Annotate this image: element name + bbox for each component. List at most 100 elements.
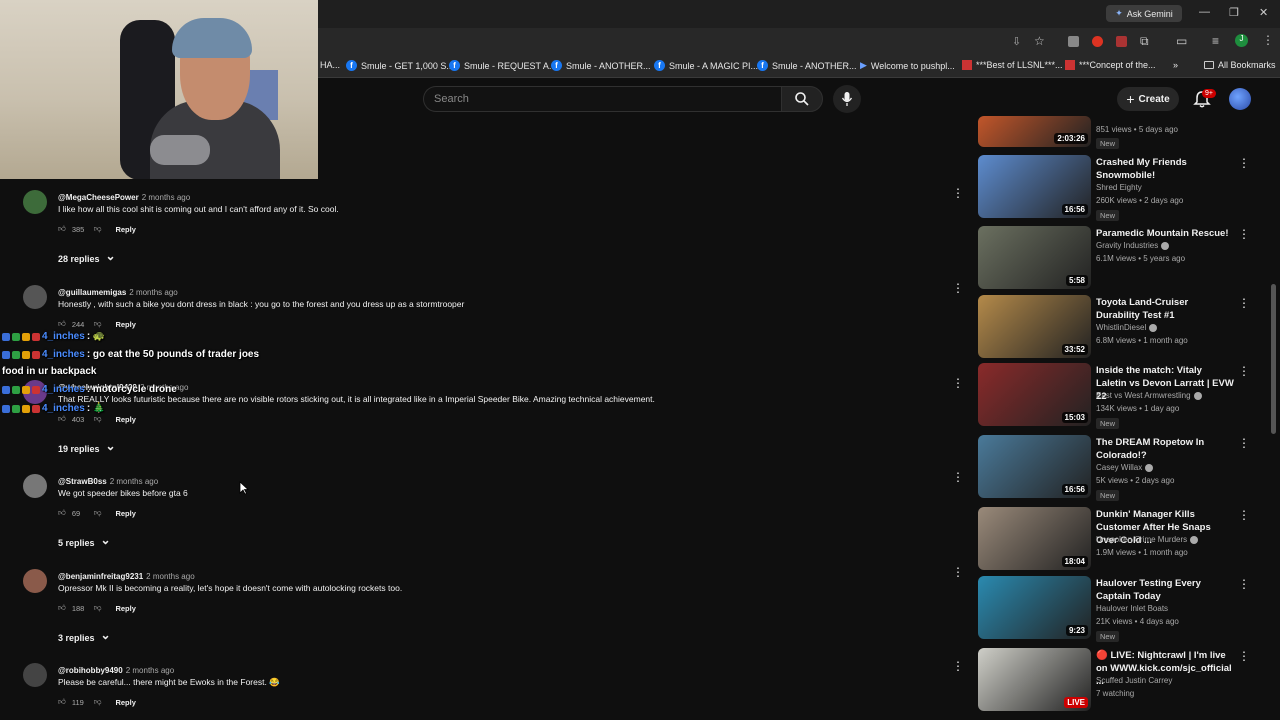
minimize-button[interactable]: — xyxy=(1199,6,1210,18)
video-title[interactable]: Haulover Testing Every Captain Today xyxy=(1096,577,1234,603)
comment-time[interactable]: 2 months ago xyxy=(110,477,158,486)
reply-button[interactable]: Reply xyxy=(115,604,135,613)
comment-menu-icon[interactable]: ⋮ xyxy=(952,186,964,200)
reply-button[interactable]: Reply xyxy=(115,698,135,707)
video-channel[interactable]: Haulover Inlet Boats xyxy=(1096,604,1168,613)
create-button[interactable]: + Create xyxy=(1117,87,1179,111)
view-replies-button[interactable]: 19 replies ⌄ xyxy=(58,439,116,454)
video-channel[interactable]: WhistlinDiesel xyxy=(1096,323,1158,332)
bookmark-item[interactable]: ***Best of LLSNL***... xyxy=(962,60,1063,70)
search-button[interactable] xyxy=(781,86,823,112)
dislike-icon[interactable]: 👎︎ xyxy=(94,603,102,613)
video-menu-icon[interactable]: ⋮ xyxy=(1238,364,1250,378)
comment-author[interactable]: @benjaminfreitag9231 2 months ago xyxy=(58,572,195,581)
comment-menu-icon[interactable]: ⋮ xyxy=(952,565,964,579)
like-icon[interactable]: 👍︎ xyxy=(58,697,66,707)
reply-button[interactable]: Reply xyxy=(115,225,135,234)
comment-time[interactable]: 2 months ago xyxy=(142,193,190,202)
comment-menu-icon[interactable]: ⋮ xyxy=(952,659,964,673)
comment-avatar[interactable] xyxy=(23,569,47,593)
bookmark-star-icon[interactable]: ☆ xyxy=(1034,34,1047,48)
comment-author[interactable]: @StrawB0ss 2 months ago xyxy=(58,477,158,486)
bookmarks-overflow[interactable]: » xyxy=(1173,60,1178,70)
dislike-icon[interactable]: 👎︎ xyxy=(94,224,102,234)
dislike-icon[interactable]: 👎︎ xyxy=(94,319,102,329)
video-thumbnail[interactable]: 5:58 xyxy=(978,226,1091,289)
comment-time[interactable]: 2 months ago xyxy=(129,288,177,297)
like-icon[interactable]: 👍︎ xyxy=(58,414,66,424)
bookmark-item[interactable]: ▶ Welcome to pushpl... xyxy=(860,60,955,71)
like-icon[interactable]: 👍︎ xyxy=(58,508,66,518)
extension-icon[interactable] xyxy=(1068,36,1079,47)
video-thumbnail[interactable]: 9:23 xyxy=(978,576,1091,639)
view-replies-button[interactable]: 5 replies ⌄ xyxy=(58,533,111,548)
comment-time[interactable]: 2 months ago xyxy=(146,572,194,581)
bookmark-item[interactable]: ***Concept of the... xyxy=(1065,60,1156,70)
video-menu-icon[interactable]: ⋮ xyxy=(1238,227,1250,241)
profile-avatar-icon[interactable]: J xyxy=(1235,34,1248,47)
search-input[interactable]: Search xyxy=(423,86,781,112)
comment-avatar[interactable] xyxy=(23,663,47,687)
video-menu-icon[interactable]: ⋮ xyxy=(1238,436,1250,450)
like-icon[interactable]: 👍︎ xyxy=(58,603,66,613)
comment-author[interactable]: @guillaumemigas 2 months ago xyxy=(58,288,178,297)
comment-author-name[interactable]: @robihobby9490 xyxy=(58,666,123,675)
comment-menu-icon[interactable]: ⋮ xyxy=(952,376,964,390)
video-menu-icon[interactable]: ⋮ xyxy=(1238,156,1250,170)
comment-author-name[interactable]: @MegaCheesePower xyxy=(58,193,139,202)
bookmark-item[interactable]: f Smule - REQUEST A... xyxy=(449,60,556,71)
video-menu-icon[interactable]: ⋮ xyxy=(1238,577,1250,591)
video-menu-icon[interactable]: ⋮ xyxy=(1238,508,1250,522)
bookmark-item[interactable]: f Smule - A MAGIC PI... xyxy=(654,60,758,71)
dislike-icon[interactable]: 👎︎ xyxy=(94,414,102,424)
video-menu-icon[interactable]: ⋮ xyxy=(1238,649,1250,663)
comment-time[interactable]: 2 months ago xyxy=(126,666,174,675)
comment-author-name[interactable]: @benjaminfreitag9231 xyxy=(58,572,143,581)
video-thumbnail[interactable]: LIVE xyxy=(978,648,1091,711)
video-channel[interactable]: Scuffed Justin Carrey xyxy=(1096,676,1172,685)
account-avatar[interactable] xyxy=(1229,88,1251,110)
video-title[interactable]: Paramedic Mountain Rescue! xyxy=(1096,227,1234,240)
video-thumbnail[interactable]: 33:52 xyxy=(978,295,1091,358)
browser-menu-icon[interactable]: ⋮ xyxy=(1262,33,1275,47)
comment-author-name[interactable]: @StrawB0ss xyxy=(58,477,107,486)
extension-record-icon[interactable] xyxy=(1092,36,1103,47)
comment-avatar[interactable] xyxy=(23,474,47,498)
install-app-icon[interactable]: ⇩ xyxy=(1012,35,1025,48)
reply-button[interactable]: Reply xyxy=(115,509,135,518)
video-channel[interactable]: East vs West Armwrestling xyxy=(1096,391,1202,400)
all-bookmarks[interactable]: All Bookmarks xyxy=(1204,60,1276,70)
video-channel[interactable]: Shred Eighty xyxy=(1096,183,1142,192)
like-icon[interactable]: 👍︎ xyxy=(58,224,66,234)
video-thumbnail[interactable]: 18:04 xyxy=(978,507,1091,570)
video-thumbnail[interactable]: 16:56 xyxy=(978,435,1091,498)
comment-avatar[interactable] xyxy=(23,285,47,309)
bookmark-item[interactable]: HA... xyxy=(320,60,340,70)
voice-search-button[interactable] xyxy=(833,85,861,113)
view-replies-button[interactable]: 3 replies ⌄ xyxy=(58,628,111,643)
restore-button[interactable]: ❐ xyxy=(1229,6,1239,19)
comment-avatar[interactable] xyxy=(23,190,47,214)
comment-menu-icon[interactable]: ⋮ xyxy=(952,470,964,484)
view-replies-button[interactable]: 28 replies ⌄ xyxy=(58,249,116,264)
video-thumbnail[interactable]: 15:03 xyxy=(978,363,1091,426)
video-channel[interactable]: Casey Willax xyxy=(1096,463,1154,472)
page-scrollbar[interactable] xyxy=(1271,284,1276,434)
reply-button[interactable]: Reply xyxy=(115,415,135,424)
video-title[interactable]: Crashed My Friends Snowmobile! xyxy=(1096,156,1234,182)
dislike-icon[interactable]: 👎︎ xyxy=(94,508,102,518)
extension-icon-2[interactable] xyxy=(1116,36,1127,47)
video-title[interactable]: The DREAM Ropetow In Colorado!? xyxy=(1096,436,1234,462)
video-channel[interactable]: Unspoken Crime Murders xyxy=(1096,535,1199,544)
video-thumbnail[interactable]: 16:56 xyxy=(978,155,1091,218)
reply-button[interactable]: Reply xyxy=(115,320,135,329)
video-thumbnail[interactable]: 2:03:26 xyxy=(978,116,1091,147)
like-icon[interactable]: 👍︎ xyxy=(58,319,66,329)
bookmark-item[interactable]: f Smule - ANOTHER... xyxy=(551,60,651,71)
bookmark-item[interactable]: f Smule - GET 1,000 S... xyxy=(346,60,454,71)
video-title[interactable]: Toyota Land-Cruiser Durability Test #1 xyxy=(1096,296,1234,322)
extensions-puzzle-icon[interactable]: ⧉ xyxy=(1140,34,1153,48)
close-window-button[interactable]: ✕ xyxy=(1259,6,1268,19)
bookmark-item[interactable]: f Smule - ANOTHER... xyxy=(757,60,857,71)
comment-author[interactable]: @robihobby9490 2 months ago xyxy=(58,666,174,675)
